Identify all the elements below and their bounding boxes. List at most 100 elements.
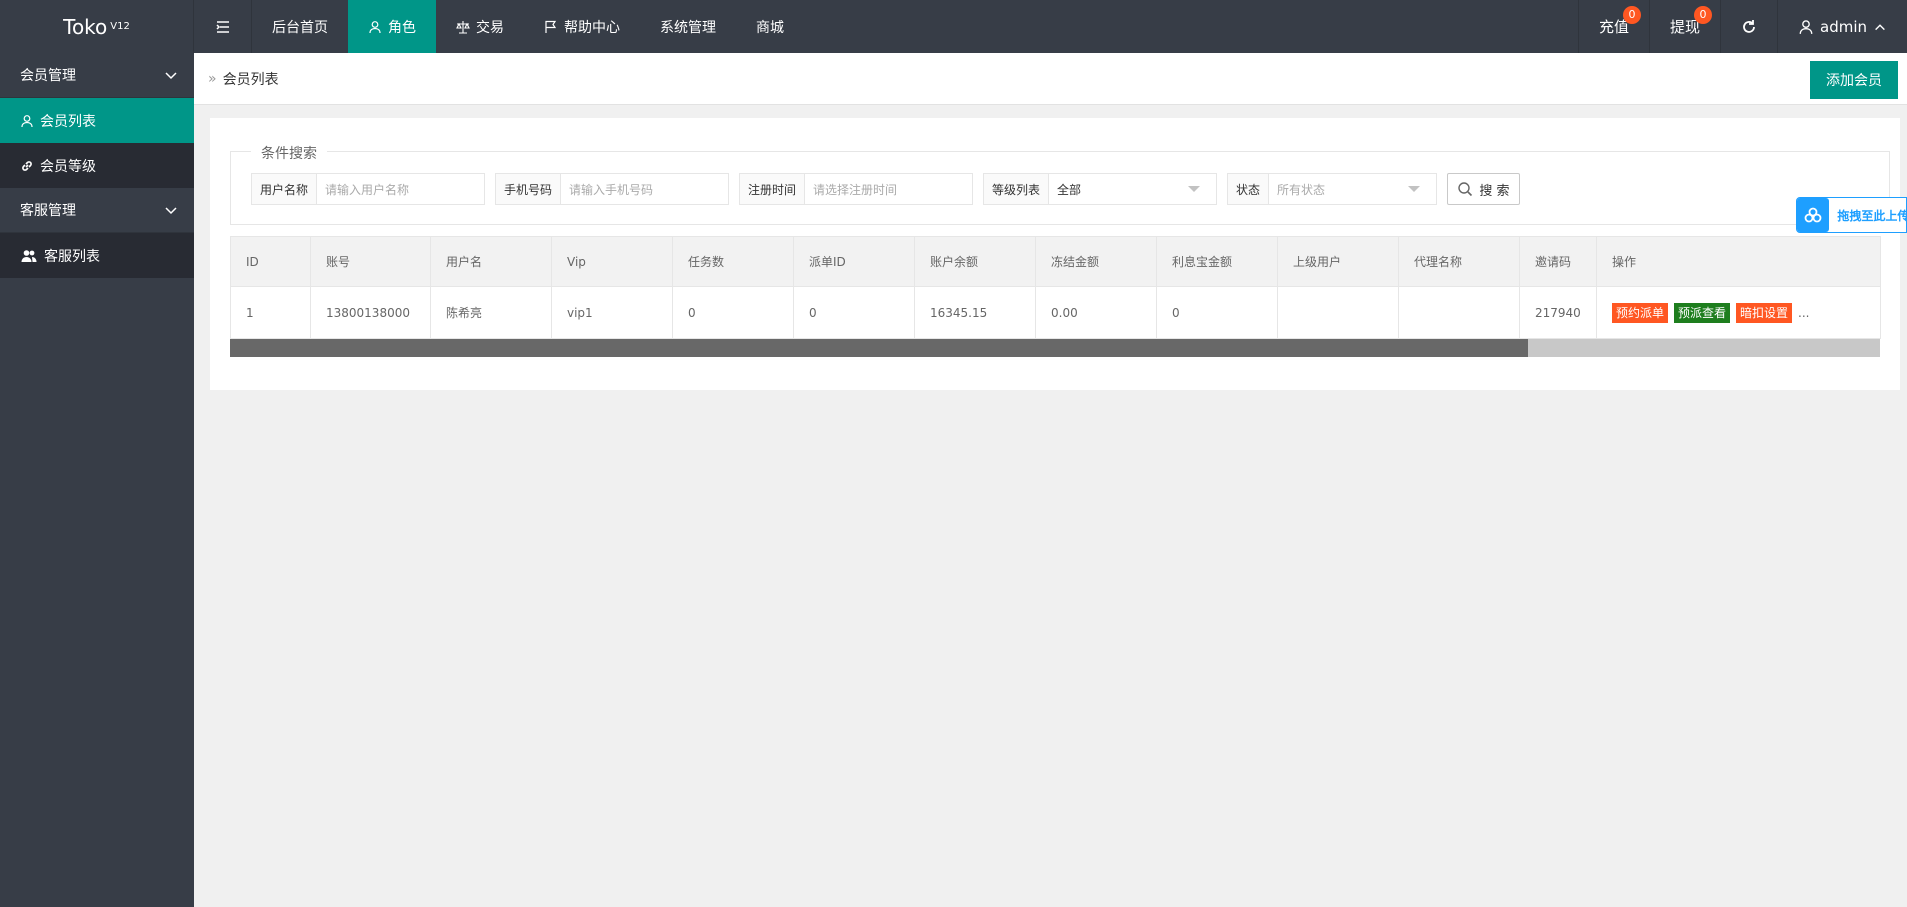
col-header-parent-user[interactable]: 上级用户 (1277, 236, 1399, 287)
col-header-username[interactable]: 用户名 (430, 236, 552, 287)
recharge-badge: 0 (1622, 6, 1641, 24)
col-header-frozen[interactable]: 冻结金额 (1035, 236, 1157, 287)
user-icon (21, 114, 33, 127)
double-chevron-right-icon: » (208, 70, 217, 87)
nav-item-mall[interactable]: 商城 (736, 0, 804, 53)
nav-item-trade[interactable]: 交易 (436, 0, 524, 53)
search-row: 用户名称 请输入用户名称 手机号码 请输入手机号码 注册时间 请选择注册时间 等… (251, 173, 1520, 205)
phone-field-group: 手机号码 请输入手机号码 (495, 173, 729, 205)
cell-frozen: 0.00 (1035, 286, 1157, 339)
col-header-agent-name[interactable]: 代理名称 (1398, 236, 1520, 287)
nav-item-role[interactable]: 角色 (348, 0, 436, 53)
sidebar-item-member-level[interactable]: 会员等级 (0, 143, 194, 188)
regtime-input[interactable]: 请选择注册时间 (805, 174, 972, 204)
chevron-down-icon (165, 72, 177, 80)
nav-item-home[interactable]: 后台首页 (252, 0, 348, 53)
cell-account: 13800138000 (310, 286, 431, 339)
username-input[interactable]: 请输入用户名称 (317, 174, 484, 204)
caret-down-icon (1188, 186, 1200, 192)
main-panel: 条件搜索 用户名称 请输入用户名称 手机号码 请输入手机号码 注册时间 请选择注… (210, 118, 1900, 390)
col-header-account[interactable]: 账号 (310, 236, 431, 287)
table-row: 1 13800138000 陈希亮 vip1 0 0 16345.15 0.00… (230, 286, 1881, 339)
recharge-button[interactable]: 充值 0 (1577, 0, 1649, 53)
header-right: 充值 0 提现 0 admin (1577, 0, 1907, 53)
sidebar-group-service[interactable]: 客服管理 (0, 188, 194, 233)
view-predispatch-button[interactable]: 预派查看 (1674, 302, 1731, 323)
caret-down-icon (1408, 186, 1420, 192)
level-field-group: 等级列表 全部 (983, 173, 1217, 205)
drag-upload-text: 拖拽至此上传 (1837, 208, 1906, 223)
user-menu[interactable]: admin (1777, 0, 1907, 53)
col-header-dispatch-id[interactable]: 派单ID (793, 236, 915, 287)
search-legend: 条件搜索 (251, 143, 327, 163)
regtime-field-group: 注册时间 请选择注册时间 (739, 173, 973, 205)
level-label: 等级列表 (984, 174, 1050, 204)
cell-parent-user (1277, 286, 1399, 339)
phone-input[interactable]: 请输入手机号码 (561, 174, 728, 204)
col-header-actions: 操作 (1596, 236, 1881, 287)
username-label: 用户名称 (252, 174, 318, 204)
user-icon (1799, 19, 1813, 34)
col-header-task-count[interactable]: 任务数 (672, 236, 794, 287)
cell-agent-name (1398, 286, 1520, 339)
cell-balance: 16345.15 (914, 286, 1036, 339)
search-icon (1458, 182, 1473, 197)
reserve-dispatch-button[interactable]: 预约派单 (1612, 302, 1669, 323)
withdraw-badge: 0 (1694, 6, 1712, 24)
sidebar-toggle-button[interactable] (194, 0, 252, 53)
hidden-deduct-settings-button[interactable]: 暗扣设置 (1736, 302, 1793, 323)
chevron-up-icon (1875, 23, 1885, 30)
app-title: Toko (63, 14, 108, 39)
user-icon (369, 20, 381, 33)
sidebar-item-member-list[interactable]: 会员列表 (0, 98, 194, 143)
drag-upload-widget[interactable]: 拖拽至此上传 (1796, 197, 1907, 233)
nav-item-help[interactable]: 帮助中心 (524, 0, 640, 53)
breadcrumb: » 会员列表 添加会员 (194, 53, 1907, 105)
cloud-upload-icon (1797, 198, 1830, 232)
col-header-vip[interactable]: Vip (551, 236, 673, 287)
sidebar: 会员管理 会员列表 会员等级 客服管理 客服列表 (0, 53, 194, 907)
user-name: admin (1820, 17, 1867, 36)
menu-fold-icon (215, 20, 229, 33)
col-header-interest[interactable]: 利息宝金额 (1156, 236, 1278, 287)
cell-task-count: 0 (672, 286, 794, 339)
horizontal-scrollbar[interactable] (230, 339, 1880, 357)
scrollbar-thumb[interactable] (230, 339, 1528, 357)
cell-username: 陈希亮 (430, 286, 552, 339)
cell-interest: 0 (1156, 286, 1278, 339)
search-fieldset: 条件搜索 用户名称 请输入用户名称 手机号码 请输入手机号码 注册时间 请选择注… (230, 143, 1890, 225)
status-select[interactable]: 所有状态 (1269, 174, 1436, 204)
col-header-invite-code[interactable]: 邀请码 (1519, 236, 1597, 287)
add-member-button[interactable]: 添加会员 (1810, 61, 1898, 99)
app-logo[interactable]: Toko V12 (0, 0, 194, 53)
col-header-balance[interactable]: 账户余额 (914, 236, 1036, 287)
cell-invite-code: 217940 (1519, 286, 1597, 339)
refresh-icon (1743, 19, 1755, 33)
more-actions-button[interactable]: ... (1798, 306, 1809, 320)
breadcrumb-current: 会员列表 (222, 71, 279, 88)
withdraw-button[interactable]: 提现 0 (1648, 0, 1720, 53)
refresh-button[interactable] (1720, 0, 1777, 53)
chevron-down-icon (165, 207, 177, 215)
cell-id: 1 (230, 286, 311, 339)
sidebar-group-member[interactable]: 会员管理 (0, 53, 194, 98)
status-label: 状态 (1228, 174, 1270, 204)
member-table: ID 账号 用户名 Vip 任务数 派单ID 账户余额 冻结金额 利息宝金额 上… (230, 236, 1881, 357)
app-version: V12 (110, 21, 130, 32)
users-icon (21, 249, 37, 262)
link-icon (22, 160, 32, 171)
top-nav: 后台首页 角色 交易 帮助中心 系统管理 商城 (252, 0, 804, 53)
level-select[interactable]: 全部 (1049, 174, 1216, 204)
nav-item-system[interactable]: 系统管理 (640, 0, 736, 53)
phone-label: 手机号码 (496, 174, 562, 204)
sidebar-item-service-list[interactable]: 客服列表 (0, 233, 194, 278)
flag-icon (545, 20, 557, 33)
scale-icon (456, 20, 470, 34)
table-header-row: ID 账号 用户名 Vip 任务数 派单ID 账户余额 冻结金额 利息宝金额 上… (230, 236, 1881, 287)
status-field-group: 状态 所有状态 (1227, 173, 1437, 205)
top-header: Toko V12 后台首页 角色 交易 帮助中心 系统管理 商城 充值 0 提现 … (0, 0, 1907, 53)
search-button[interactable]: 搜 索 (1447, 173, 1520, 205)
username-field-group: 用户名称 请输入用户名称 (251, 173, 485, 205)
regtime-label: 注册时间 (740, 174, 806, 204)
col-header-id[interactable]: ID (230, 236, 311, 287)
